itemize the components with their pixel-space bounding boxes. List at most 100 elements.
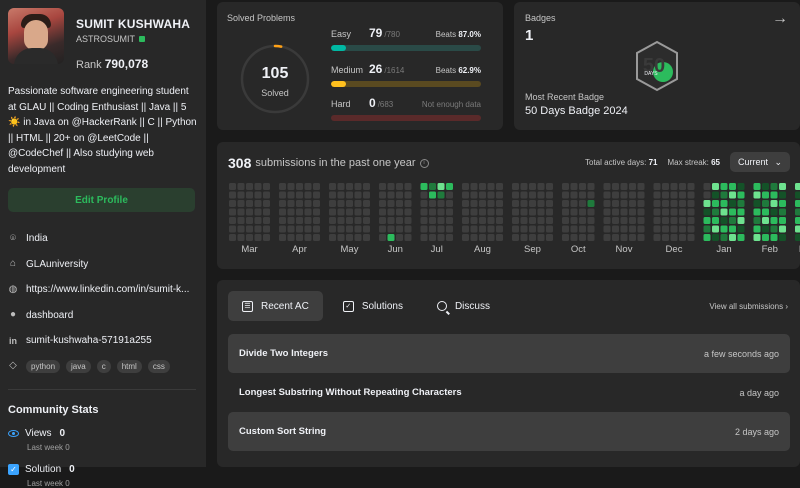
avatar[interactable]: [8, 8, 64, 64]
heatmap-cell[interactable]: [570, 200, 578, 207]
heatmap-cell[interactable]: [229, 200, 236, 207]
heatmap-cell[interactable]: [396, 191, 403, 199]
heatmap-cell[interactable]: [570, 208, 578, 216]
heatmap-cell[interactable]: [546, 217, 553, 224]
heatmap-cell[interactable]: [337, 208, 345, 216]
heatmap-cell[interactable]: [520, 217, 528, 224]
heatmap-cell[interactable]: [753, 208, 761, 216]
heatmap-cell[interactable]: [404, 217, 412, 224]
heatmap-cell[interactable]: [287, 217, 295, 224]
heatmap-cell[interactable]: [587, 183, 595, 190]
heatmap-cell[interactable]: [379, 234, 386, 241]
heatmap-cell[interactable]: [254, 217, 262, 224]
heatmap-cell[interactable]: [637, 208, 645, 216]
heatmap-cell[interactable]: [420, 217, 428, 224]
heatmap-cell[interactable]: [337, 191, 345, 199]
heatmap-cell[interactable]: [712, 217, 719, 224]
heatmap-cell[interactable]: [487, 208, 495, 216]
heatmap-cell[interactable]: [404, 208, 412, 216]
heatmap-cell[interactable]: [795, 217, 800, 224]
heatmap-cell[interactable]: [487, 217, 495, 224]
heatmap-cell[interactable]: [546, 200, 553, 207]
heatmap-cell[interactable]: [462, 234, 469, 241]
heatmap-cell[interactable]: [313, 225, 320, 233]
heatmap-cell[interactable]: [479, 225, 486, 233]
heatmap-cell[interactable]: [304, 183, 312, 190]
heatmap-cell[interactable]: [404, 225, 412, 233]
heatmap-cell[interactable]: [662, 225, 669, 233]
heatmap-cell[interactable]: [512, 200, 519, 207]
heatmap-cell[interactable]: [620, 183, 628, 190]
heatmap-cell[interactable]: [420, 200, 428, 207]
heatmap-cell[interactable]: [720, 234, 728, 241]
list-item[interactable]: Custom Sort String 2 days ago: [228, 412, 790, 451]
heatmap-cell[interactable]: [579, 208, 586, 216]
heatmap-cell[interactable]: [795, 234, 800, 241]
heatmap-cell[interactable]: [703, 208, 711, 216]
heatmap-cell[interactable]: [246, 217, 253, 224]
heatmap-cell[interactable]: [396, 200, 403, 207]
heatmap-cell[interactable]: [612, 208, 619, 216]
heatmap-cell[interactable]: [620, 234, 628, 241]
heatmap-cell[interactable]: [387, 234, 395, 241]
tab-solutions[interactable]: ✓ Solutions: [329, 291, 417, 321]
heatmap-cell[interactable]: [512, 234, 519, 241]
heatmap-cell[interactable]: [770, 200, 778, 207]
heatmap-cell[interactable]: [679, 217, 686, 224]
heatmap-cell[interactable]: [446, 183, 453, 190]
heatmap-cell[interactable]: [729, 191, 736, 199]
heatmap-cell[interactable]: [520, 234, 528, 241]
heatmap-cell[interactable]: [420, 234, 428, 241]
heatmap-cell[interactable]: [662, 208, 669, 216]
heatmap-cell[interactable]: [720, 217, 728, 224]
heatmap-cell[interactable]: [670, 217, 678, 224]
heatmap-cell[interactable]: [562, 225, 569, 233]
heatmap-cell[interactable]: [612, 225, 619, 233]
heatmap-cell[interactable]: [387, 217, 395, 224]
heatmap-cell[interactable]: [795, 200, 800, 207]
heatmap-cell[interactable]: [603, 217, 611, 224]
heatmap-cell[interactable]: [304, 208, 312, 216]
github-row[interactable]: ● dashboard: [8, 303, 198, 329]
heatmap-cell[interactable]: [529, 225, 536, 233]
heatmap-cell[interactable]: [512, 217, 519, 224]
heatmap-cell[interactable]: [579, 225, 586, 233]
heatmap-cell[interactable]: [546, 234, 553, 241]
heatmap-cell[interactable]: [687, 183, 695, 190]
heatmap-cell[interactable]: [363, 225, 370, 233]
heatmap-cell[interactable]: [529, 234, 536, 241]
heatmap-cell[interactable]: [396, 208, 403, 216]
heatmap-cell[interactable]: [420, 225, 428, 233]
heatmap-cell[interactable]: [512, 183, 519, 190]
heatmap-cell[interactable]: [670, 208, 678, 216]
heatmap-cell[interactable]: [612, 217, 619, 224]
linkedin-row[interactable]: in sumit-kushwaha-57191a255: [8, 328, 198, 354]
heatmap-cell[interactable]: [229, 183, 236, 190]
heatmap-cell[interactable]: [587, 200, 595, 207]
heatmap-cell[interactable]: [354, 217, 362, 224]
heatmap-cell[interactable]: [537, 217, 545, 224]
heatmap-cell[interactable]: [637, 217, 645, 224]
heatmap-cell[interactable]: [770, 208, 778, 216]
heatmap-cell[interactable]: [479, 200, 486, 207]
heatmap-cell[interactable]: [629, 217, 636, 224]
heatmap-cell[interactable]: [479, 217, 486, 224]
heatmap-cell[interactable]: [254, 200, 262, 207]
heatmap-cell[interactable]: [446, 191, 453, 199]
heatmap-cell[interactable]: [446, 208, 453, 216]
heatmap-cell[interactable]: [562, 208, 569, 216]
heatmap-cell[interactable]: [329, 217, 336, 224]
heatmap-cell[interactable]: [737, 191, 745, 199]
heatmap-cell[interactable]: [237, 234, 245, 241]
heatmap-cell[interactable]: [537, 234, 545, 241]
heatmap-cell[interactable]: [737, 225, 745, 233]
heatmap-cell[interactable]: [487, 191, 495, 199]
heatmap-cell[interactable]: [404, 191, 412, 199]
heatmap-cell[interactable]: [703, 191, 711, 199]
heatmap-cell[interactable]: [337, 200, 345, 207]
heatmap-cell[interactable]: [337, 183, 345, 190]
heatmap-cell[interactable]: [579, 191, 586, 199]
heatmap-cell[interactable]: [753, 200, 761, 207]
heatmap-cell[interactable]: [670, 234, 678, 241]
heatmap-cell[interactable]: [512, 225, 519, 233]
